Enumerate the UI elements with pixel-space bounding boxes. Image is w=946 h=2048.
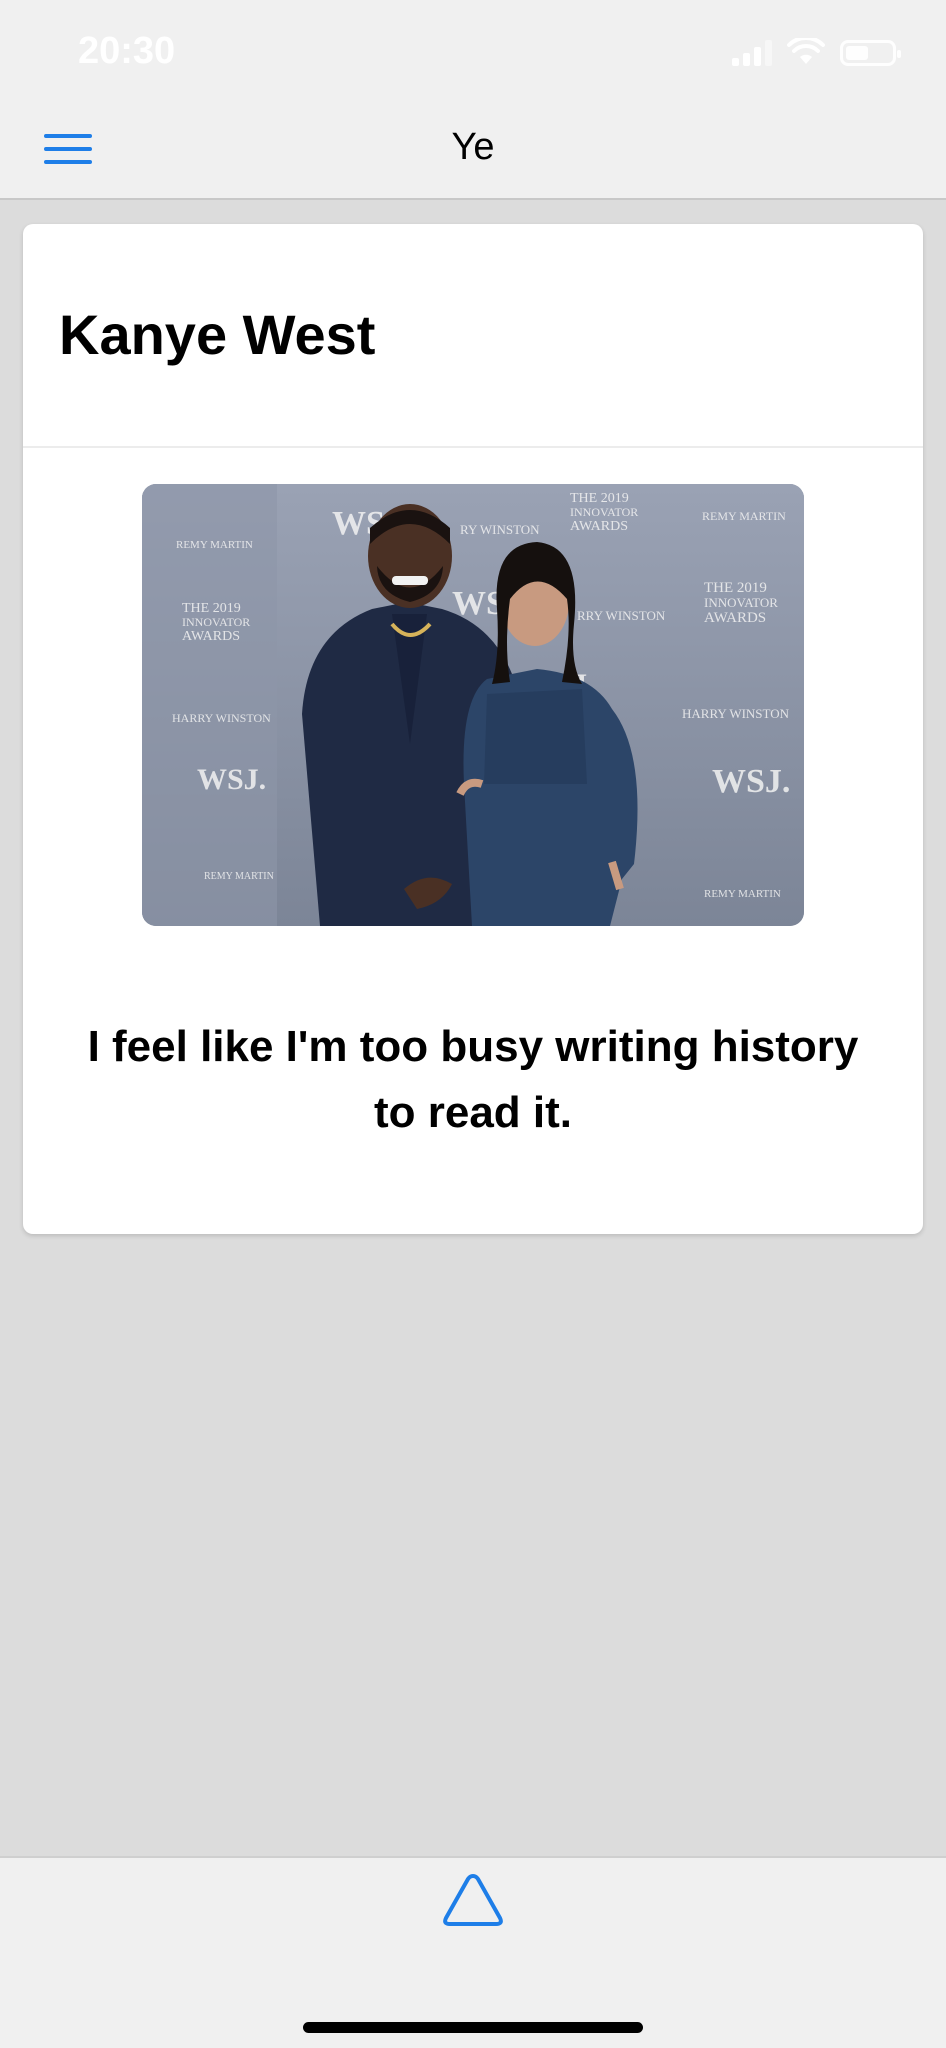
app-screen: 20:30 Ye Kanye West WSJ. WSJ. WSJ. WS RE… [0,0,946,2048]
svg-text:AWARDS: AWARDS [182,629,240,644]
svg-text:RY WINSTON: RY WINSTON [460,522,540,537]
quote-text: I feel like I'm too busy writing history… [87,1022,859,1137]
status-icons [732,38,901,66]
wifi-icon [787,38,825,64]
photo-image: WSJ. WSJ. WSJ. WS J. REMY MARTIN REMY MA… [142,484,804,926]
battery-icon [840,40,901,66]
svg-text:THE 2019: THE 2019 [570,491,629,506]
navigation-bar: Ye [0,100,946,200]
svg-text:WSJ.: WSJ. [197,763,266,796]
svg-text:AWARDS: AWARDS [570,519,628,534]
photo-illustration: WSJ. WSJ. WSJ. WS J. REMY MARTIN REMY MA… [142,484,804,926]
svg-text:HARRY WINSTON: HARRY WINSTON [172,711,271,725]
svg-text:REMY MARTIN: REMY MARTIN [704,888,781,900]
bottom-toolbar [0,1856,946,2048]
svg-text:REMY MARTIN: REMY MARTIN [702,509,786,523]
signal-icon [732,40,772,66]
svg-text:INNOVATOR: INNOVATOR [704,595,778,610]
nav-title: Ye [451,126,495,168]
card-title: Kanye West [59,303,376,366]
svg-text:THE 2019: THE 2019 [182,601,241,616]
status-time: 20:30 [78,30,176,72]
svg-text:REMY MARTIN: REMY MARTIN [176,539,253,551]
card-header: Kanye West [23,224,923,448]
svg-text:INNOVATOR: INNOVATOR [182,615,250,629]
svg-text:REMY MARTIN: REMY MARTIN [204,871,274,882]
triangle-button[interactable] [441,1868,505,1932]
svg-text:RRY WINSTON: RRY WINSTON [577,608,666,623]
quote-card: Kanye West WSJ. WSJ. WSJ. WS J [23,224,923,1234]
triangle-icon [443,1874,503,1926]
svg-text:INNOVATOR: INNOVATOR [570,505,638,519]
svg-text:AWARDS: AWARDS [704,610,766,626]
svg-text:WSJ.: WSJ. [712,763,790,800]
svg-text:THE 2019: THE 2019 [704,580,767,596]
home-indicator[interactable] [303,2022,643,2033]
svg-text:HARRY WINSTON: HARRY WINSTON [682,706,790,721]
status-bar: 20:30 [0,0,946,100]
